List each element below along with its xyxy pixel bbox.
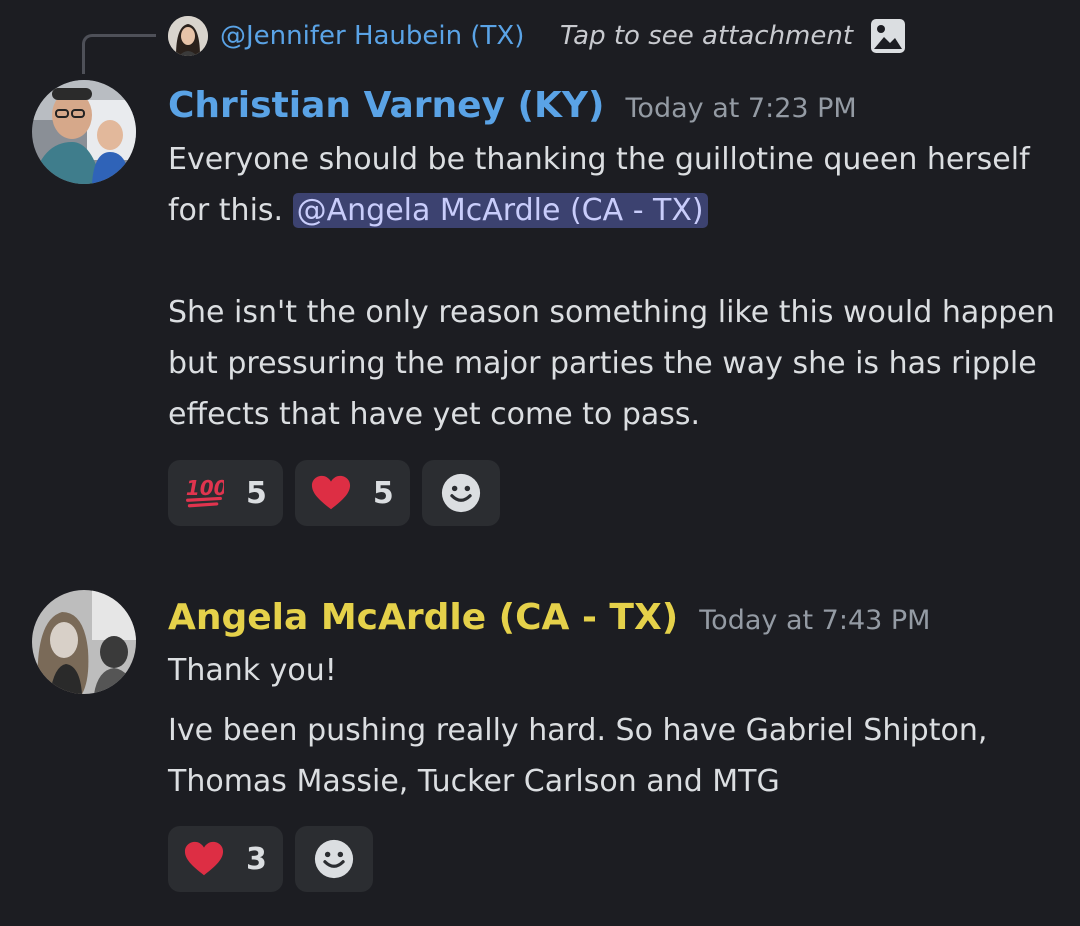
hundred-points-icon: 100: [184, 473, 224, 513]
message-content: Ive been pushing really hard. So have Ga…: [168, 705, 1058, 807]
message-header: Angela McArdle (CA - TX) Today at 7:43 P…: [168, 594, 930, 645]
reactions-bar: 3: [168, 826, 373, 892]
reaction-count: 5: [372, 475, 394, 511]
image-icon: [870, 18, 906, 54]
red-heart-icon: [184, 839, 224, 879]
smiley-icon: [441, 473, 481, 513]
message-text: Ive been pushing really hard. So have Ga…: [168, 713, 988, 799]
smiley-icon: [314, 839, 354, 879]
add-reaction-button[interactable]: [421, 460, 500, 526]
reply-author[interactable]: @Jennifer Haubein (TX): [220, 18, 524, 54]
message-text: Thank you!: [168, 653, 337, 688]
red-heart-icon: [311, 473, 351, 513]
message-header: Christian Varney (KY) Today at 7:23 PM: [168, 82, 857, 133]
svg-text:100: 100: [186, 476, 224, 500]
author-name[interactable]: Angela McArdle (CA - TX): [168, 597, 678, 638]
message-content: Everyone should be thanking the guilloti…: [168, 134, 1058, 440]
timestamp: Today at 7:23 PM: [625, 93, 857, 124]
add-reaction-button[interactable]: [294, 826, 373, 892]
reaction-heart[interactable]: 5: [294, 460, 410, 526]
reactions-bar: 100 5 5: [168, 460, 500, 526]
reply-spine: [82, 34, 156, 74]
reply-avatar[interactable]: [168, 16, 208, 56]
avatar[interactable]: [32, 590, 136, 694]
reply-attachment-text[interactable]: Tap to see attachment: [560, 18, 853, 54]
timestamp: Today at 7:43 PM: [699, 605, 931, 636]
user-mention[interactable]: @Angela McArdle (CA - TX): [292, 193, 708, 228]
avatar[interactable]: [32, 80, 136, 184]
message-content: Thank you!: [168, 645, 1058, 696]
reaction-count: 5: [246, 475, 267, 511]
message-paragraph: She isn't the only reason something like…: [168, 295, 1055, 432]
author-name[interactable]: Christian Varney (KY): [168, 85, 604, 126]
reaction-hundred[interactable]: 100 5: [168, 460, 283, 526]
reaction-count: 3: [246, 841, 267, 877]
reaction-heart[interactable]: 3: [168, 826, 283, 892]
reply-reference[interactable]: @Jennifer Haubein (TX) Tap to see attach…: [0, 14, 1080, 74]
